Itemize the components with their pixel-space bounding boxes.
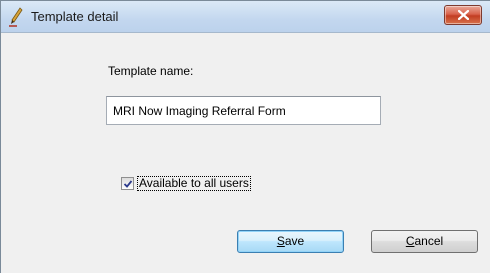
cancel-label-rest: ancel <box>414 234 444 248</box>
save-button[interactable]: Save <box>237 230 344 253</box>
close-icon <box>458 10 469 20</box>
save-label-rest: ave <box>284 234 305 248</box>
available-to-all-users-label: Available to all users <box>137 176 251 191</box>
checkbox-box[interactable] <box>121 177 134 190</box>
template-name-label: Template name: <box>108 64 194 78</box>
template-name-input[interactable] <box>106 96 381 125</box>
window-title: Template detail <box>31 9 119 24</box>
template-detail-dialog: Template detail Template name: Available… <box>0 0 490 273</box>
checkmark-icon <box>123 180 133 188</box>
close-button[interactable] <box>444 5 482 25</box>
save-mnemonic: S <box>276 234 285 248</box>
pen-icon <box>8 7 24 27</box>
cancel-button[interactable]: Cancel <box>371 230 478 253</box>
title-bar[interactable]: Template detail <box>1 1 490 33</box>
